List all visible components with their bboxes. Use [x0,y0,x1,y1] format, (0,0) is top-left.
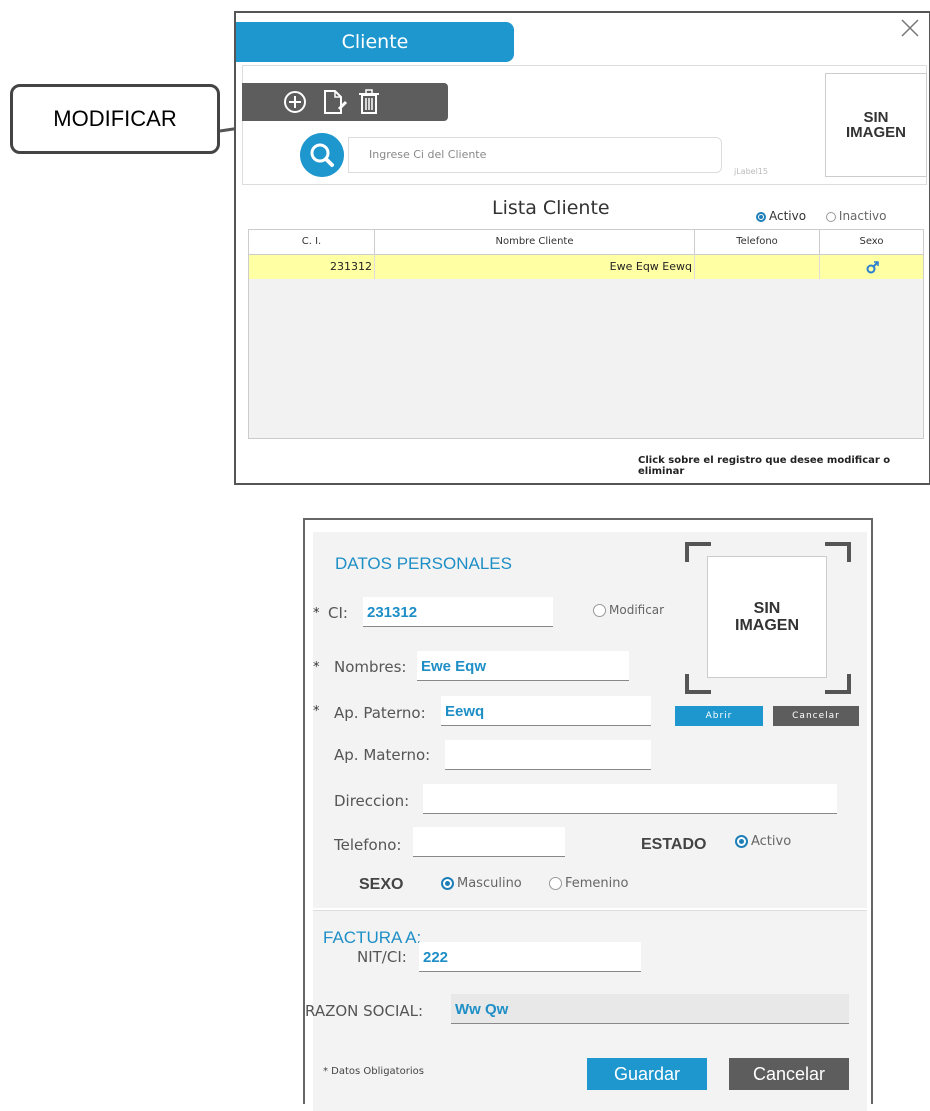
save-button[interactable]: Guardar [587,1058,707,1090]
status-filter: Activo Inactivo [756,209,886,223]
list-title: Lista Cliente [492,197,610,219]
client-list-window: Cliente Ingrese Ci del Cliente jLabel15 … [234,11,930,485]
direccion-label: Direccion: [334,792,410,810]
razon-social-label: RAZON SOCIAL: [305,1002,424,1020]
window-title-tab: Cliente [236,22,514,62]
abrir-image-button[interactable]: Abrir [675,706,763,726]
cancel-image-button[interactable]: Cancelar [773,706,859,726]
required-mark: * [313,704,320,719]
column-header[interactable]: C. I. [249,230,375,254]
nit-label: NIT/CI: [357,948,407,966]
search-icon[interactable] [300,133,344,177]
search-input[interactable]: Ingrese Ci del Cliente [348,137,722,173]
telefono-label: Telefono: [334,836,402,854]
required-mark: * [313,606,320,621]
instruction-hint: Click sobre el registro que desee modifi… [638,455,891,477]
jlabel-text: jLabel15 [734,167,768,176]
filter-active-radio[interactable]: Activo [756,209,806,223]
client-image-placeholder: SIN IMAGEN [825,73,927,177]
sexo-femenino-radio[interactable]: Femenino [549,876,628,891]
telefono-input[interactable] [413,827,565,857]
toolbar [242,83,448,121]
filter-active-label: Activo [769,209,807,223]
nombres-input[interactable]: Ewe Eqw [417,651,629,681]
modificar-label: Modificar [609,603,665,617]
estado-active-radio[interactable]: Activo [735,834,791,849]
no-image-line1: SIN [753,600,781,617]
cell-sexo [820,255,923,279]
sexo-femenino-label: Femenino [565,876,629,891]
window-title: Cliente [341,31,409,53]
estado-label: ESTADO [641,836,707,853]
close-icon[interactable] [899,17,921,39]
sexo-masculino-radio[interactable]: Masculino [441,876,522,891]
sexo-label: SEXO [359,876,404,893]
nit-input[interactable]: 222 [419,942,641,972]
table-header: C. I. Nombre Cliente Telefono Sexo [249,230,923,255]
ci-label: CI: [328,604,348,622]
add-icon[interactable] [280,87,310,117]
filter-inactive-radio[interactable]: Inactivo [825,209,887,223]
direccion-input[interactable] [423,784,837,814]
cancel-button[interactable]: Cancelar [729,1058,849,1090]
table-row[interactable]: 231312 Ewe Eqw Eewq [249,255,923,279]
column-header[interactable]: Sexo [820,230,923,254]
edit-file-icon[interactable] [318,87,348,117]
nombres-label: Nombres: [334,658,407,676]
column-header[interactable]: Nombre Cliente [375,230,695,254]
column-header[interactable]: Telefono [695,230,820,254]
sexo-masculino-label: Masculino [457,876,522,891]
ci-input[interactable]: 231312 [363,597,553,627]
cell-ci: 231312 [249,255,375,279]
no-image-line2: IMAGEN [846,124,906,141]
cell-nombre: Ewe Eqw Eewq [375,255,695,279]
estado-active-label: Activo [751,834,792,849]
ap-materno-input[interactable] [445,740,651,770]
client-form-window: DATOS PERSONALES * CI: 231312 Modificar … [303,518,873,1111]
no-image-line1: SIN [863,109,889,126]
callout-label: MODIFICAR [53,106,177,131]
section-title-factura: FACTURA A: [323,928,422,947]
section-title-personal: DATOS PERSONALES [335,554,512,573]
ap-materno-label: Ap. Materno: [334,746,431,764]
ap-paterno-label: Ap. Paterno: [334,704,426,722]
no-image-line2: IMAGEN [735,617,799,634]
required-note: * Datos Obligatorios [323,1066,424,1077]
client-table: C. I. Nombre Cliente Telefono Sexo 23131… [248,229,924,439]
search-placeholder: Ingrese Ci del Cliente [369,148,487,161]
filter-inactive-label: Inactivo [838,209,887,223]
required-mark: * [313,660,320,675]
modificar-radio[interactable]: Modificar [593,603,664,617]
male-icon [866,261,879,274]
ap-paterno-input[interactable]: Eewq [441,696,651,726]
trash-icon[interactable] [354,87,384,117]
form-image-placeholder: SIN IMAGEN [707,556,827,678]
cell-telefono [695,255,820,279]
modificar-callout: MODIFICAR [10,84,220,154]
razon-social-input[interactable]: Ww Qw [451,994,849,1024]
